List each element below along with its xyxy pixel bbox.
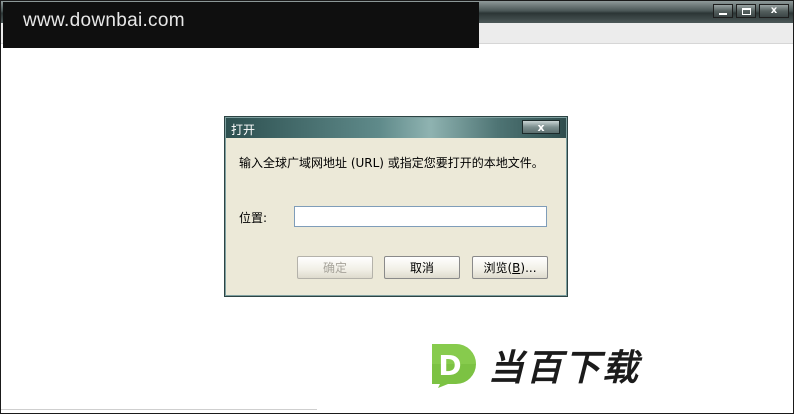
dialog-body: 输入全球广域网地址 (URL) 或指定您要打开的本地文件。 位置: 确定 取消 … <box>226 138 566 295</box>
dialog-close-button[interactable]: x <box>522 120 560 134</box>
watermark-banner: www.downbai.com <box>3 2 479 48</box>
location-label: 位置: <box>239 211 268 225</box>
browse-label-suffix: )... <box>520 260 537 275</box>
status-divider <box>1 409 317 410</box>
dialog-titlebar[interactable]: 打开 x <box>226 118 566 138</box>
browse-label-prefix: 浏览( <box>483 261 513 275</box>
maximize-icon <box>741 7 751 15</box>
ok-button-label: 确定 <box>322 261 347 275</box>
cancel-button-label: 取消 <box>409 261 434 275</box>
brand-badge-letter: D <box>438 349 461 382</box>
close-button[interactable]: x <box>759 4 789 18</box>
location-input[interactable] <box>294 206 547 227</box>
dialog-title: 打开 <box>231 123 256 137</box>
dialog-prompt: 输入全球广域网地址 (URL) 或指定您要打开的本地文件。 <box>239 156 544 170</box>
cancel-button[interactable]: 取消 <box>384 256 460 279</box>
open-dialog: 打开 x 输入全球广域网地址 (URL) 或指定您要打开的本地文件。 位置: 确… <box>224 116 568 297</box>
close-icon: x <box>537 120 545 134</box>
browse-accelerator: B <box>512 260 521 275</box>
maximize-button[interactable] <box>736 4 756 18</box>
ok-button[interactable]: 确定 <box>297 256 373 279</box>
close-icon: x <box>770 5 778 16</box>
browse-button[interactable]: 浏览(B)... <box>472 256 548 279</box>
watermark-text: www.downbai.com <box>23 10 185 31</box>
minimize-button[interactable] <box>713 4 733 18</box>
brand-badge-icon: D <box>426 342 478 388</box>
brand-logo: D 当百下载 <box>426 339 640 391</box>
minimize-icon <box>719 12 727 15</box>
brand-text: 当百下载 <box>488 348 641 389</box>
window-controls: x <box>713 4 789 18</box>
